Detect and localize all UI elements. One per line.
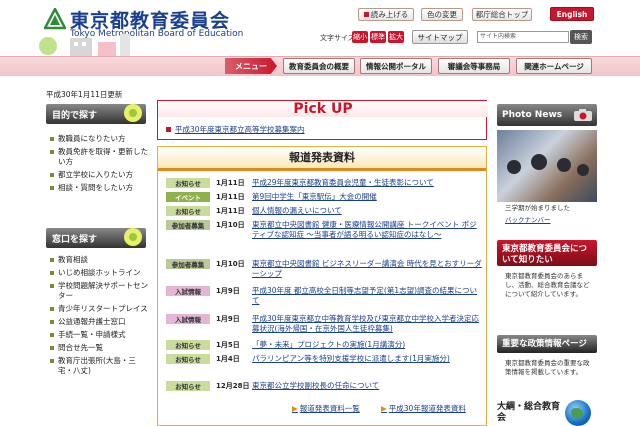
category-badge: 入試情報 — [166, 314, 210, 324]
press-release-box: 報道発表資料 お知らせ 1月11日 平成29年度東京都教育委員会児童・生徒表彰につい… — [157, 146, 487, 426]
row-link[interactable]: パラリンピアン等を特別支援学校に派遣します(1月実施分) — [252, 354, 484, 364]
pickup-title: Pick UP — [158, 101, 488, 117]
row-date: 1月11日 — [216, 207, 245, 215]
row-date: 1月11日 — [216, 179, 245, 187]
search-button[interactable]: 検索 — [570, 30, 592, 44]
list-item[interactable]: 青少年リスタートプレイス — [50, 304, 150, 314]
row-link[interactable]: 平成29年度東京都教育委員会児童・生徒表彰について — [252, 178, 484, 188]
updated-date: 平成30年1月11日更新 — [46, 90, 123, 99]
flower-icon — [124, 104, 142, 122]
font-small-button[interactable]: 縮小 — [352, 31, 368, 43]
list-item[interactable]: 学校問題解決サポートセンター — [50, 281, 150, 301]
read-aloud-button[interactable]: 読み上げる — [358, 8, 414, 21]
list-item[interactable]: 手続一覧・申請様式 — [50, 330, 150, 340]
category-badge: 参加者募集 — [166, 220, 210, 230]
list-item[interactable]: 相談・質問をしたい方 — [50, 183, 150, 193]
nav-item-related[interactable]: 関連ホームページ — [516, 58, 592, 74]
category-badge: 入試情報 — [166, 286, 210, 296]
english-button[interactable]: English — [550, 7, 594, 21]
row-link[interactable]: 東京都立中央図書館 ビジネスリーダー講演会 時代を見とおすリーダーシップ — [252, 259, 484, 279]
row-date: 1月11日 — [216, 193, 245, 201]
row-date: 1月5日 — [216, 341, 240, 349]
row-link[interactable]: 東京都立中央図書館 健康・医療情報公開講座 トークイベント ポジティブな認知症 … — [252, 220, 484, 240]
nav-item-disclosure[interactable]: 情報公開ポータル — [360, 58, 432, 74]
color-change-button[interactable]: 色の変更 — [421, 8, 463, 21]
category-badge: お知らせ — [166, 206, 210, 216]
sitemap-button[interactable]: サイトマップ — [412, 30, 468, 44]
font-large-button[interactable]: 拡大 — [388, 31, 404, 43]
row-link[interactable]: 第9回中学生「東京駅伝」大会の開催 — [252, 192, 484, 202]
press-list-link[interactable]: 報道発表資料一覧 — [292, 403, 360, 414]
list-item[interactable]: 教育相談 — [50, 255, 150, 265]
nav-item-overview[interactable]: 教育委員会の概要 — [283, 58, 355, 74]
row-date: 1月9日 — [216, 287, 240, 295]
outline-heading[interactable]: 大綱・総合教育会 — [497, 402, 563, 424]
header-illustration-icon — [39, 34, 130, 56]
list-item[interactable]: 教育庁出張所(大島・三宅・八丈) — [50, 356, 150, 376]
metro-top-button[interactable]: 都庁総合トップ — [472, 8, 532, 21]
board-text: 東京都教育委員会のあらまし、活動、総合教育会議などについて紹介しています。 — [505, 272, 590, 298]
pickup-link[interactable]: 平成30年度東京都立高等学校募集案内 — [166, 124, 305, 135]
row-link[interactable]: 個人情報の漏えいについて — [252, 206, 484, 216]
list-item[interactable]: いじめ相談ホットライン — [50, 268, 150, 278]
policy-text: 東京都教育委員会の重要な政策情報を掲載しています。 — [505, 359, 590, 376]
backnumber-link[interactable]: バックナンバー — [505, 214, 551, 224]
font-standard-button[interactable]: 標準 — [370, 31, 386, 43]
row-link[interactable]: 東京都公立学校副校長の任命について — [252, 381, 484, 391]
purpose-heading: 目的で探す — [46, 104, 146, 124]
search-input[interactable]: サイト内検索 — [477, 31, 569, 43]
nav-item-council[interactable]: 審議会等事務局 — [438, 58, 510, 74]
window-list: 教育相談 いじめ相談ホットライン 学校問題解決サポートセンター 青少年リスタート… — [50, 255, 150, 379]
row-date: 1月10日 — [216, 260, 245, 268]
row-link[interactable]: 平成30年度 都立高校全日制等志望予定(第1志望)調査の結果について — [252, 286, 484, 306]
row-date: 1月10日 — [216, 221, 245, 229]
speaker-icon — [363, 12, 369, 17]
window-heading: 窓口を探す — [46, 228, 146, 248]
nav-menu-label: メニュー — [225, 58, 277, 74]
row-link[interactable]: 平成30年度東京都立中等教育学校及び東京都立中学校入学者決定応募状況(海外帰国・… — [252, 314, 484, 334]
category-badge: お知らせ — [166, 340, 210, 350]
row-date: 1月9日 — [216, 315, 240, 323]
row-link[interactable]: 「夢・未来」プロジェクトの実施(1月講演分) — [252, 340, 484, 350]
category-badge: イベント — [166, 192, 210, 202]
list-item[interactable]: 教員免許を取得・更新したい方 — [50, 147, 150, 167]
site-header: 東京都教育委員会 Tokyo Metropolitan Board of Edu… — [0, 0, 640, 56]
category-badge: お知らせ — [166, 381, 210, 391]
policy-heading[interactable]: 重要な政策情報ページ — [497, 335, 597, 353]
category-badge: お知らせ — [166, 354, 210, 364]
font-size-label: 文字サイズ — [320, 34, 355, 42]
list-item[interactable]: 教職員になりたい方 — [50, 134, 150, 144]
camera-icon — [574, 109, 592, 121]
press-title: 報道発表資料 — [158, 147, 486, 171]
press-year-link[interactable]: 平成30年報道発表資料 — [381, 403, 466, 414]
pickup-box: Pick UP 平成30年度東京都立高等学校募集案内 — [157, 100, 488, 140]
row-date: 12月28日 — [216, 382, 250, 390]
category-badge: 参加者募集 — [166, 259, 210, 269]
category-badge: お知らせ — [166, 178, 210, 188]
photo-news-heading: Photo News — [497, 104, 597, 126]
globe-icon — [565, 400, 591, 426]
list-item[interactable]: 都立学校に入りたい方 — [50, 170, 150, 180]
list-item[interactable]: 問合せ先一覧 — [50, 343, 150, 353]
board-heading[interactable]: 東京都教育委員会について知りたい — [497, 240, 597, 266]
row-date: 1月4日 — [216, 355, 240, 363]
flower-icon — [124, 228, 142, 246]
tokyo-logo-icon[interactable] — [44, 8, 66, 30]
list-item[interactable]: 公益通報弁護士窓口 — [50, 317, 150, 327]
photo-news-image[interactable] — [497, 130, 597, 202]
purpose-list: 教職員になりたい方 教員免許を取得・更新したい方 都立学校に入りたい方 相談・質… — [50, 134, 150, 196]
photo-caption[interactable]: 三学期が始まりました — [505, 204, 595, 213]
